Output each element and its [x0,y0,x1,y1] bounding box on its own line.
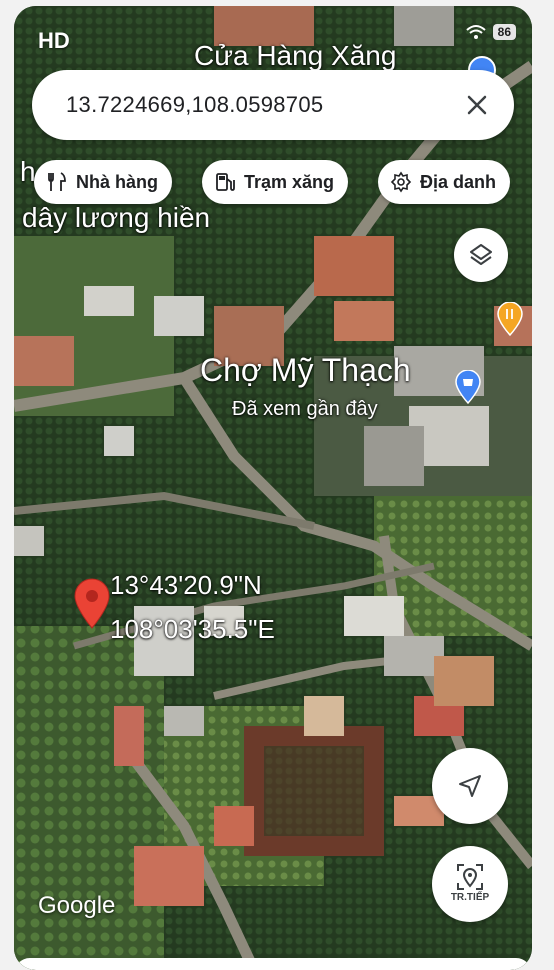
wifi-icon [465,25,486,39]
chip-gas-stations[interactable]: Trạm xăng [202,160,349,204]
gas-station-label[interactable]: Cửa Hàng Xăng [194,40,396,72]
restaurant-pin-icon[interactable] [496,301,524,337]
next-button-label: TR.TIẾP [450,892,490,903]
chip-gas-stations-label: Trạm xăng [244,171,335,192]
my-location-button[interactable] [432,748,508,824]
navigation-arrow-icon [459,775,481,797]
pin-longitude: 108°03'35.5"E [110,614,275,644]
search-bar[interactable]: 13.7224669,108.0598705 [32,70,514,140]
chip-restaurants-label: Nhà hàng [76,171,159,192]
hd-badge: HD [38,28,70,53]
market-pin-icon[interactable] [454,369,482,405]
layers-icon [470,244,492,265]
market-label[interactable]: Chợ Mỹ Thạch [200,352,411,389]
market-subtitle: Đã xem gần đây [232,398,378,420]
location-pin-scan-icon [457,864,483,890]
pin-latitude: 13°43'20.9"N [110,570,262,600]
battery-indicator: 86 [492,24,516,40]
dropped-pin-icon[interactable] [72,578,112,630]
fuel-pump-icon [216,173,235,191]
chip-landmarks[interactable]: Địa danh [378,160,511,204]
google-attribution: Google [38,892,116,919]
bottom-sheet[interactable] [14,958,532,970]
landmark-icon [390,171,412,193]
fork-knife-icon [48,172,66,191]
chip-landmarks-label: Địa danh [420,171,497,192]
phone-screen: HD 86 Cửa Hàng Xăng 13.7224669,108.05987… [14,6,532,970]
layers-button[interactable] [454,228,508,282]
close-icon [467,95,487,115]
clear-search-button[interactable] [450,78,504,132]
next-button[interactable]: TR.TIẾP [432,846,508,922]
chip-restaurants[interactable]: Nhà hàng [34,160,173,204]
search-input[interactable]: 13.7224669,108.0598705 [66,92,450,118]
satellite-map[interactable] [14,6,532,970]
status-icons: 86 [465,24,516,40]
map-overlay-text-2: dây lương hiền [22,202,211,233]
